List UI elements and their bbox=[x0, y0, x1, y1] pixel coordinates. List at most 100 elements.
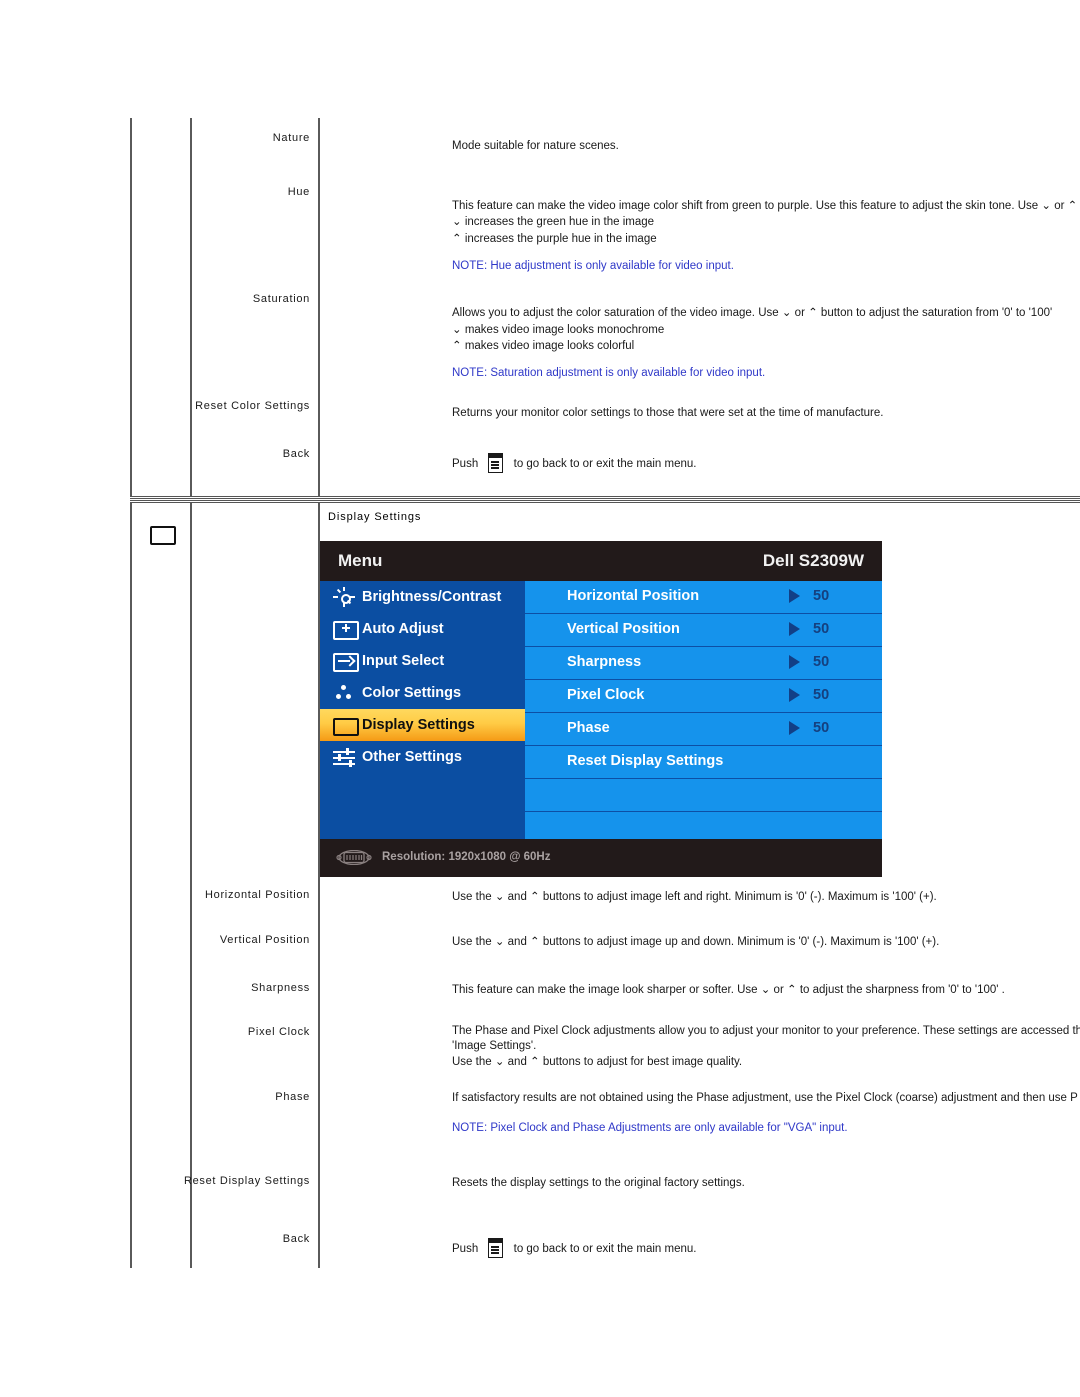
vga-connector-icon bbox=[336, 849, 372, 866]
osd-menu-title: Menu bbox=[338, 551, 383, 570]
row-description-line: This feature can make the video image co… bbox=[452, 200, 1078, 212]
osd-setting-row[interactable]: Reset Display Settings bbox=[525, 746, 882, 779]
row-label: Reset Display Settings bbox=[183, 1175, 310, 1187]
row-description: Push to go back to or exit the main menu… bbox=[452, 453, 696, 473]
push-suffix: to go back to or exit the main menu. bbox=[513, 1243, 697, 1255]
table-vrule-icon-col bbox=[190, 503, 192, 1268]
push-word: Push bbox=[452, 458, 479, 470]
osd-menu-screenshot: Menu Dell S2309W Brightness/Contrast Aut… bbox=[320, 541, 882, 877]
osd-setting-row[interactable]: Sharpness 50 bbox=[525, 647, 882, 680]
table-vrule-outer-left bbox=[130, 503, 132, 1268]
row-label: Reset Color Settings bbox=[195, 400, 310, 412]
osd-setting-value: 50 bbox=[813, 621, 830, 637]
osd-right-panel: Horizontal Position 50 Vertical Position… bbox=[525, 581, 882, 845]
rectangle-icon bbox=[150, 526, 176, 545]
osd-setting-label: Horizontal Position bbox=[567, 588, 700, 604]
table-vrule-icon-col bbox=[190, 118, 192, 496]
row-description: Use the ⌄ and ⌃ buttons to adjust image … bbox=[452, 936, 940, 948]
row-description-line: ⌃ increases the purple hue in the image bbox=[452, 233, 657, 245]
osd-item-color-settings[interactable]: Color Settings bbox=[320, 677, 525, 709]
row-note: NOTE: Hue adjustment is only available f… bbox=[452, 260, 734, 272]
osd-setting-label: Vertical Position bbox=[567, 621, 680, 637]
osd-setting-value: 50 bbox=[813, 654, 830, 670]
row-description: Returns your monitor color settings to t… bbox=[452, 407, 884, 419]
row-label: Saturation bbox=[252, 293, 310, 305]
row-description-line: ⌄ makes video image looks monochrome bbox=[452, 324, 665, 336]
osd-setting-label: Pixel Clock bbox=[567, 687, 645, 703]
row-description: Mode suitable for nature scenes. bbox=[452, 140, 619, 152]
table-vrule-outer-left bbox=[130, 118, 132, 496]
row-description: Use the ⌄ and ⌃ buttons to adjust image … bbox=[452, 891, 937, 903]
osd-setting-value: 50 bbox=[813, 588, 830, 604]
row-description-line: The Phase and Pixel Clock adjustments al… bbox=[452, 1025, 1080, 1037]
row-description-line: ⌄ increases the green hue in the image bbox=[452, 216, 655, 228]
row-note: NOTE: Pixel Clock and Phase Adjustments … bbox=[452, 1122, 848, 1134]
table-vrule-label-col bbox=[318, 118, 320, 496]
row-label: Phase bbox=[275, 1091, 310, 1103]
row-description-line: Allows you to adjust the color saturatio… bbox=[452, 307, 1053, 319]
row-note: NOTE: Saturation adjustment is only avai… bbox=[452, 367, 766, 379]
row-label: Sharpness bbox=[251, 982, 310, 994]
chevron-right-icon bbox=[789, 589, 800, 603]
osd-item-input-select[interactable]: Input Select bbox=[320, 645, 525, 677]
row-description: Push to go back to or exit the main menu… bbox=[452, 1238, 696, 1258]
row-description-line: If satisfactory results are not obtained… bbox=[452, 1092, 1078, 1104]
osd-setting-value: 50 bbox=[813, 687, 830, 703]
osd-setting-row[interactable]: Horizontal Position 50 bbox=[525, 581, 882, 614]
osd-item-auto-adjust[interactable]: Auto Adjust bbox=[320, 613, 525, 645]
menu-button-icon bbox=[488, 1238, 504, 1258]
table-section-display-settings: Display Settings Menu Dell S2309W Bright… bbox=[130, 500, 1080, 1268]
osd-item-label: Brightness/Contrast bbox=[362, 589, 502, 605]
row-description-line: 'Image Settings'. bbox=[452, 1040, 537, 1052]
row-label: Back bbox=[282, 1233, 310, 1245]
chevron-right-icon bbox=[789, 688, 800, 702]
osd-item-label: Input Select bbox=[362, 653, 445, 669]
osd-setting-label: Reset Display Settings bbox=[567, 753, 724, 769]
row-label: Horizontal Position bbox=[204, 889, 310, 901]
osd-item-label: Display Settings bbox=[362, 717, 475, 733]
push-word: Push bbox=[452, 1243, 479, 1255]
osd-footer: Resolution: 1920x1080 @ 60Hz bbox=[320, 839, 882, 877]
osd-item-other-settings[interactable]: Other Settings bbox=[320, 741, 525, 773]
osd-item-display-settings[interactable]: Display Settings bbox=[320, 709, 525, 741]
osd-setting-row[interactable]: Vertical Position 50 bbox=[525, 614, 882, 647]
row-label: Pixel Clock bbox=[247, 1026, 310, 1038]
section-title: Display Settings bbox=[328, 511, 422, 523]
osd-setting-label: Phase bbox=[567, 720, 610, 736]
row-label: Back bbox=[282, 448, 310, 460]
display-settings-icon bbox=[328, 709, 362, 741]
menu-button-icon bbox=[488, 453, 504, 473]
chevron-right-icon bbox=[789, 721, 800, 735]
row-description: This feature can make the image look sha… bbox=[452, 984, 1005, 996]
row-label: Hue bbox=[287, 186, 310, 198]
chevron-right-icon bbox=[789, 655, 800, 669]
osd-setting-row[interactable]: Pixel Clock 50 bbox=[525, 680, 882, 713]
row-label: Nature bbox=[272, 132, 310, 144]
osd-item-brightness-contrast[interactable]: Brightness/Contrast bbox=[320, 581, 525, 613]
osd-left-menu: Brightness/Contrast Auto Adjust Input Se… bbox=[320, 581, 525, 839]
osd-setting-label: Sharpness bbox=[567, 654, 642, 670]
osd-setting-row-empty bbox=[525, 779, 882, 812]
row-description-line: ⌃ makes video image looks colorful bbox=[452, 340, 635, 352]
document-page: Nature Mode suitable for nature scenes. … bbox=[0, 0, 1080, 1397]
osd-body: Brightness/Contrast Auto Adjust Input Se… bbox=[320, 581, 882, 845]
input-select-icon bbox=[328, 645, 362, 677]
osd-model-label: Dell S2309W bbox=[762, 551, 864, 570]
brightness-icon bbox=[328, 581, 362, 613]
osd-setting-value: 50 bbox=[813, 720, 830, 736]
chevron-right-icon bbox=[789, 622, 800, 636]
table-section-color-settings: Nature Mode suitable for nature scenes. … bbox=[130, 118, 1080, 499]
osd-resolution-label: Resolution: 1920x1080 @ 60Hz bbox=[382, 851, 551, 863]
osd-item-label: Color Settings bbox=[362, 685, 462, 701]
auto-adjust-icon bbox=[328, 613, 362, 645]
osd-title-bar: Menu Dell S2309W bbox=[320, 541, 882, 581]
push-suffix: to go back to or exit the main menu. bbox=[513, 458, 697, 470]
row-description-line: Use the ⌄ and ⌃ buttons to adjust for be… bbox=[452, 1056, 743, 1068]
other-settings-icon bbox=[328, 741, 362, 773]
row-description: Resets the display settings to the origi… bbox=[452, 1177, 745, 1189]
osd-setting-row[interactable]: Phase 50 bbox=[525, 713, 882, 746]
row-label: Vertical Position bbox=[219, 934, 310, 946]
osd-item-label: Auto Adjust bbox=[362, 621, 444, 637]
osd-item-label: Other Settings bbox=[362, 749, 462, 765]
color-settings-icon bbox=[328, 677, 362, 709]
